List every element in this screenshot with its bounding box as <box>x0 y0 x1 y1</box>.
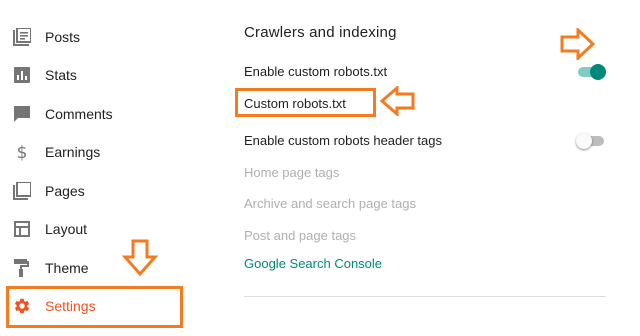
paint-roller-icon <box>12 258 32 278</box>
home-page-tags: Home page tags <box>244 165 340 180</box>
down-arrow-annotation-icon <box>122 239 158 277</box>
google-search-console-link[interactable]: Google Search Console <box>244 256 382 271</box>
sidebar-item-posts[interactable]: Posts <box>0 19 200 55</box>
section-title: Crawlers and indexing <box>244 24 397 41</box>
sidebar-item-label: Theme <box>45 260 89 276</box>
layout-icon <box>12 219 32 239</box>
dollar-icon: $ <box>12 142 32 162</box>
enable-custom-robots-label: Enable custom robots.txt <box>244 64 388 79</box>
sidebar-item-stats[interactable]: Stats <box>0 57 200 93</box>
enable-header-tags-toggle[interactable] <box>576 133 606 149</box>
left-arrow-annotation-icon <box>380 86 415 116</box>
stats-icon <box>12 65 32 85</box>
sidebar-item-earnings[interactable]: $ Earnings <box>0 134 200 170</box>
custom-robots-highlight-box <box>235 88 376 117</box>
settings-main: Crawlers and indexing Enable custom robo… <box>210 0 640 336</box>
right-arrow-annotation-icon <box>560 28 596 60</box>
sidebar-nav: Posts Stats Comments $ Earnings Pages La… <box>0 0 210 336</box>
enable-header-tags-label: Enable custom robots header tags <box>244 133 443 148</box>
sidebar-item-label: Comments <box>45 106 113 122</box>
pages-icon <box>12 181 32 201</box>
posts-icon <box>12 27 32 47</box>
sidebar-item-theme[interactable]: Theme <box>0 250 200 286</box>
sidebar-item-label: Layout <box>45 221 88 237</box>
sidebar-item-pages[interactable]: Pages <box>0 173 200 209</box>
archive-search-page-tags: Archive and search page tags <box>244 196 416 211</box>
enable-custom-robots-toggle[interactable] <box>576 64 606 80</box>
settings-highlight-box <box>6 286 183 328</box>
sidebar-item-label: Posts <box>45 29 81 45</box>
svg-text:$: $ <box>17 143 28 162</box>
sidebar-item-label: Stats <box>45 67 77 83</box>
sidebar-item-label: Earnings <box>45 144 101 160</box>
sidebar-item-layout[interactable]: Layout <box>0 211 200 247</box>
post-page-tags: Post and page tags <box>244 228 357 243</box>
comments-icon <box>12 104 32 124</box>
sidebar-item-label: Pages <box>45 183 85 199</box>
sidebar-item-comments[interactable]: Comments <box>0 96 200 132</box>
section-divider <box>244 296 606 297</box>
